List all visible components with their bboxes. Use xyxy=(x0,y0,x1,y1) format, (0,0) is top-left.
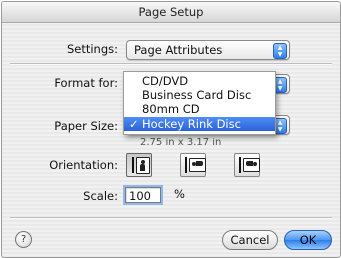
settings-value: Page Attributes xyxy=(134,43,223,57)
format-for-label: Format for: xyxy=(54,76,118,90)
menu-item-business-card-disc[interactable]: Business Card Disc xyxy=(124,88,275,102)
orientation-bar-icon xyxy=(239,157,241,173)
portrait-page-icon xyxy=(136,157,150,174)
popup-arrows-icon: ▲ ▼ xyxy=(273,43,287,59)
menu-item-label: Hockey Rink Disc xyxy=(142,117,241,131)
menu-item-label: Business Card Disc xyxy=(142,88,252,102)
scale-input[interactable]: 100 xyxy=(123,185,163,205)
menu-item-hockey-rink-disc[interactable]: ✓ Hockey Rink Disc xyxy=(124,117,275,131)
orientation-landscape-right-button[interactable] xyxy=(234,153,260,177)
window-title: Page Setup xyxy=(2,2,340,23)
menu-item-80mm-cd[interactable]: 80mm CD xyxy=(124,102,275,116)
menu-item-label: CD/DVD xyxy=(142,74,189,88)
settings-label: Settings: xyxy=(66,42,118,56)
person-body-icon xyxy=(196,161,203,166)
separator xyxy=(10,63,332,65)
orientation-label: Orientation: xyxy=(49,158,118,172)
settings-popup[interactable]: Page Attributes ▲ ▼ xyxy=(126,40,290,60)
checkmark-icon: ✓ xyxy=(129,117,139,131)
page-setup-dialog: Page Setup Settings: Page Attributes ▲ ▼ … xyxy=(1,1,341,258)
paper-size-label: Paper Size: xyxy=(54,119,118,133)
orientation-bar-icon xyxy=(185,157,187,173)
separator xyxy=(10,217,332,219)
menu-item-label: 80mm CD xyxy=(142,102,200,116)
orientation-portrait-button[interactable] xyxy=(126,153,152,177)
landscape-left-page-icon xyxy=(189,158,206,172)
scale-label: Scale: xyxy=(83,189,118,203)
orientation-landscape-left-button[interactable] xyxy=(180,153,206,177)
landscape-right-page-icon xyxy=(243,158,260,172)
help-button[interactable]: ? xyxy=(15,231,32,248)
ok-button[interactable]: OK xyxy=(284,230,332,250)
cancel-button[interactable]: Cancel xyxy=(222,230,278,250)
paper-size-dimensions: 2.75 in x 3.17 in xyxy=(140,138,222,146)
person-head-icon xyxy=(253,162,257,166)
person-body-icon xyxy=(140,164,145,171)
paper-size-menu: CD/DVD Business Card Disc 80mm CD ✓ Hock… xyxy=(123,71,276,135)
orientation-bar-icon xyxy=(132,157,134,173)
person-body-icon xyxy=(246,161,253,166)
menu-item-cd-dvd[interactable]: CD/DVD xyxy=(124,74,275,88)
scale-unit: % xyxy=(174,187,185,201)
